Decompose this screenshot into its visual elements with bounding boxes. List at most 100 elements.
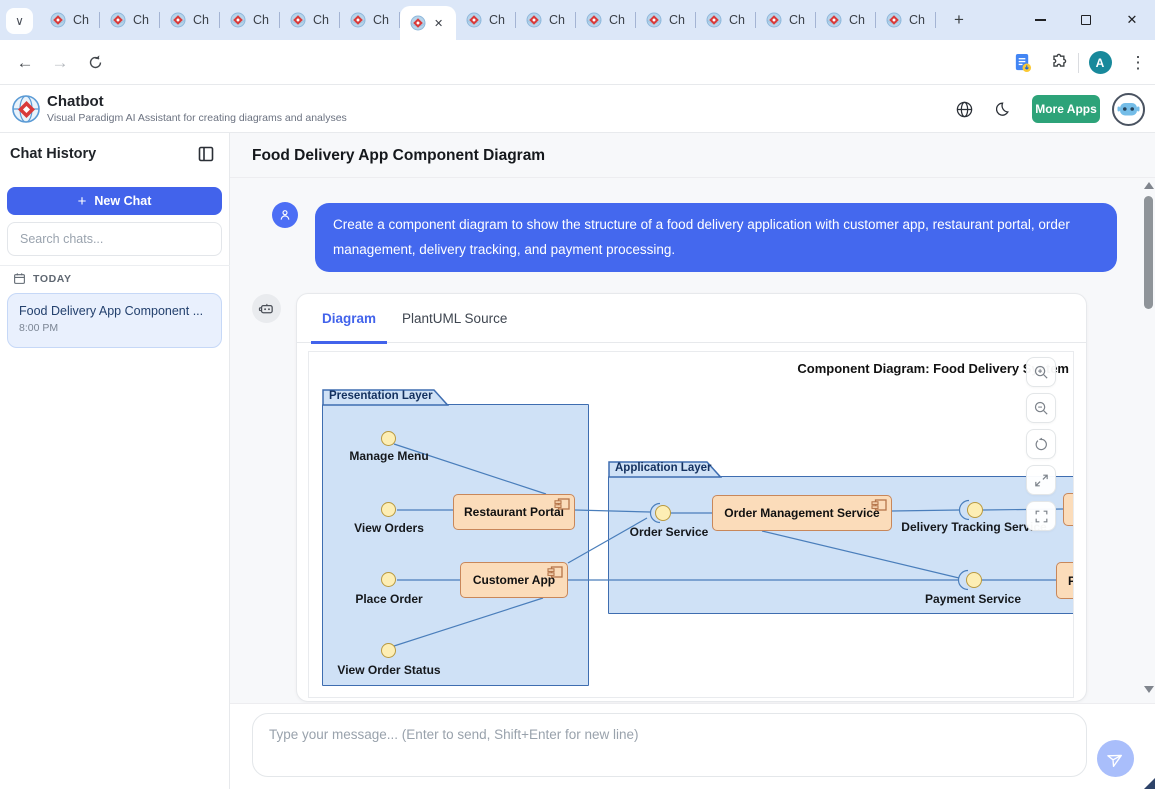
browser-tab[interactable]: Ch ✕ bbox=[340, 0, 400, 40]
browser-tab[interactable]: Ch ✕ bbox=[516, 0, 576, 40]
diagram-expand-button[interactable] bbox=[1026, 465, 1056, 495]
tab-title: Ch bbox=[849, 13, 865, 27]
interface-ball-view-orders bbox=[381, 502, 396, 517]
language-button[interactable] bbox=[953, 98, 975, 120]
browser-tab[interactable]: Ch ✕ bbox=[576, 0, 636, 40]
window-maximize-button[interactable] bbox=[1063, 0, 1109, 40]
chat-history-item[interactable]: Food Delivery App Component ... 8:00 PM bbox=[7, 293, 222, 348]
visual-paradigm-favicon bbox=[826, 12, 842, 28]
browser-tab[interactable]: Ch ✕ bbox=[756, 0, 816, 40]
diagram-fullscreen-button[interactable] bbox=[1026, 501, 1056, 531]
label-view-orders: View Orders bbox=[354, 521, 424, 535]
window-minimize-button[interactable] bbox=[1017, 0, 1063, 40]
diagram-reset-button[interactable] bbox=[1026, 429, 1056, 459]
visual-paradigm-favicon bbox=[706, 12, 722, 28]
forward-button[interactable]: → bbox=[45, 40, 75, 85]
browser-tab[interactable]: Ch ✕ bbox=[280, 0, 340, 40]
profile-button[interactable]: A bbox=[1079, 51, 1121, 74]
browser-tab[interactable]: Ch ✕ bbox=[220, 0, 280, 40]
browser-tab[interactable]: Ch ✕ bbox=[100, 0, 160, 40]
search-chats-input[interactable] bbox=[7, 222, 222, 256]
browser-tab[interactable]: Ch ✕ bbox=[160, 0, 220, 40]
assistant-avatar bbox=[252, 294, 281, 323]
tab-title: Ch bbox=[489, 13, 505, 27]
tab-title: Ch bbox=[133, 13, 149, 27]
label-manage-menu: Manage Menu bbox=[349, 449, 428, 463]
tab-search-button[interactable]: ∨ bbox=[6, 8, 33, 34]
back-button[interactable]: ← bbox=[10, 40, 40, 85]
zoom-out-icon bbox=[1033, 400, 1050, 417]
new-chat-button[interactable]: + New Chat bbox=[7, 187, 222, 215]
tab-title: Ch bbox=[669, 13, 685, 27]
plus-icon: + bbox=[78, 193, 87, 210]
scrollbar-down-arrow[interactable] bbox=[1144, 686, 1154, 693]
browser-tab[interactable]: Ch ✕ bbox=[456, 0, 516, 40]
dark-mode-button[interactable] bbox=[990, 98, 1012, 120]
tab-list: Ch ✕ Ch ✕ Ch ✕ bbox=[40, 0, 936, 40]
close-icon: ✕ bbox=[1127, 12, 1138, 28]
component-order-management-service: Order Management Service bbox=[712, 495, 892, 531]
sidebar-heading: Chat History bbox=[10, 146, 96, 162]
tab-title: Ch bbox=[609, 13, 625, 27]
tab-title: Ch bbox=[313, 13, 329, 27]
chatbot-logo bbox=[1110, 91, 1147, 128]
window-resize-corner bbox=[1144, 778, 1155, 789]
zoom-in-icon bbox=[1033, 364, 1050, 381]
tab-title: Ch bbox=[193, 13, 209, 27]
tab-diagram[interactable]: Diagram bbox=[311, 294, 387, 343]
diagram-viewport[interactable]: Component Diagram: Food Delivery System … bbox=[308, 351, 1074, 698]
visual-paradigm-favicon bbox=[646, 12, 662, 28]
sidebar-divider bbox=[0, 265, 230, 266]
user-avatar bbox=[272, 202, 298, 228]
browser-tab[interactable]: Ch ✕ bbox=[696, 0, 756, 40]
label-place-order: Place Order bbox=[355, 592, 422, 606]
scrollbar-thumb[interactable] bbox=[1144, 196, 1153, 309]
send-button[interactable] bbox=[1097, 740, 1134, 777]
chevron-down-icon: ∨ bbox=[15, 14, 24, 28]
tab-title: Ch bbox=[73, 13, 89, 27]
diagram-zoom-in-button[interactable] bbox=[1026, 357, 1056, 387]
browser-tab[interactable]: Ch ✕ bbox=[636, 0, 696, 40]
browser-menu-button[interactable]: ⋮ bbox=[1121, 53, 1155, 73]
label-delivery-tracking-service: Delivery Tracking Service bbox=[901, 520, 1046, 534]
component-icon bbox=[554, 498, 570, 510]
profile-avatar: A bbox=[1089, 51, 1112, 74]
browser-tab[interactable]: Ch ✕ bbox=[40, 0, 100, 40]
chat-history-sidebar: Chat History + New Chat TODAY Food Deliv… bbox=[0, 133, 230, 789]
visual-paradigm-favicon bbox=[586, 12, 602, 28]
visual-paradigm-favicon bbox=[410, 15, 426, 31]
chat-main-area: Food Delivery App Component Diagram Crea… bbox=[230, 133, 1155, 789]
more-apps-button[interactable]: More Apps bbox=[1032, 95, 1100, 123]
message-input[interactable] bbox=[252, 713, 1087, 777]
docs-extension-button[interactable] bbox=[1004, 53, 1040, 73]
interface-ball-place-order bbox=[381, 572, 396, 587]
globe-icon bbox=[955, 100, 974, 119]
browser-tab[interactable]: Ch ✕ bbox=[816, 0, 876, 40]
new-tab-button[interactable]: + bbox=[946, 7, 972, 33]
component-customer-app: Customer App bbox=[460, 562, 568, 598]
visual-paradigm-favicon bbox=[350, 12, 366, 28]
chat-list: Food Delivery App Component ... 8:00 PM bbox=[7, 293, 222, 348]
interface-ball-view-order-status bbox=[381, 643, 396, 658]
visual-paradigm-favicon bbox=[50, 12, 66, 28]
interface-ball-payment-service bbox=[966, 572, 982, 588]
today-section-header: TODAY bbox=[13, 272, 72, 285]
collapse-sidebar-button[interactable] bbox=[198, 146, 214, 162]
window-close-button[interactable]: ✕ bbox=[1109, 0, 1155, 40]
extensions-button[interactable] bbox=[1040, 53, 1078, 72]
reload-button[interactable] bbox=[80, 40, 110, 85]
visual-paradigm-favicon bbox=[886, 12, 902, 28]
messages-area: Create a component diagram to show the s… bbox=[230, 178, 1155, 703]
reset-rotate-icon bbox=[1033, 436, 1050, 453]
tab-plantuml-source[interactable]: PlantUML Source bbox=[391, 294, 518, 343]
minimize-icon bbox=[1035, 19, 1046, 20]
chat-item-title: Food Delivery App Component ... bbox=[19, 304, 210, 318]
component-icon bbox=[871, 499, 887, 511]
tab-close-icon[interactable]: ✕ bbox=[434, 17, 443, 30]
scrollbar-up-arrow[interactable] bbox=[1144, 182, 1154, 189]
browser-tab[interactable]: Ch ✕ bbox=[876, 0, 936, 40]
diagram-zoom-out-button[interactable] bbox=[1026, 393, 1056, 423]
browser-tab[interactable]: ✕ bbox=[400, 6, 456, 40]
visual-paradigm-favicon bbox=[230, 12, 246, 28]
conversation-header: Food Delivery App Component Diagram bbox=[230, 133, 1155, 178]
